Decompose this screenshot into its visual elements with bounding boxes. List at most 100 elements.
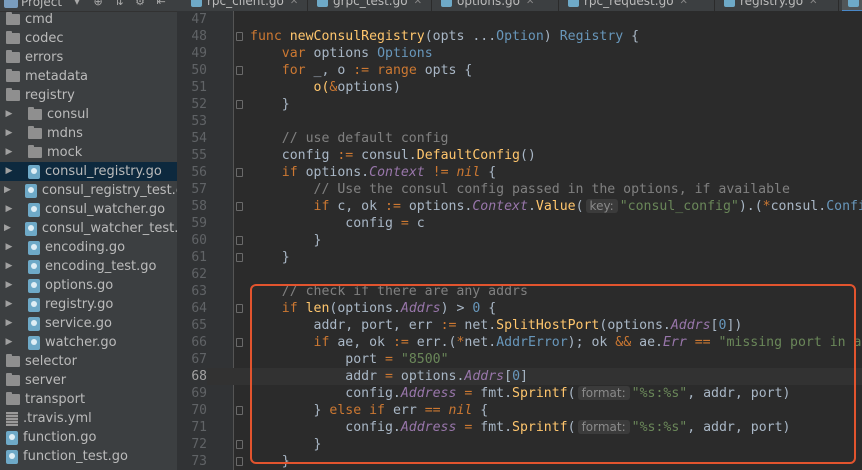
expand-arrow-icon[interactable]: ▶: [4, 200, 14, 219]
expand-arrow-icon[interactable]: ▶: [4, 276, 14, 295]
code-token: for: [281, 63, 314, 78]
fold-marker-icon[interactable]: [236, 236, 243, 245]
dropdown-icon[interactable]: ▾: [71, 0, 83, 8]
tree-item-function-test-go[interactable]: function_test.go: [0, 447, 177, 466]
expand-arrow-icon[interactable]: ▶: [4, 257, 14, 276]
code-line[interactable]: 61 }: [177, 249, 862, 266]
fold-marker-icon[interactable]: [236, 304, 243, 313]
code-editor[interactable]: 47 48 func newConsulRegistry(opts ...Optio…: [177, 11, 862, 470]
tree-item-consul-watcher-go[interactable]: ▶ consul_watcher.go: [0, 200, 177, 219]
tab-registry-go[interactable]: registry.go ✕: [718, 0, 817, 10]
fold-marker-icon[interactable]: [236, 457, 243, 466]
tree-item-encoding-go[interactable]: ▶ encoding.go: [0, 238, 177, 257]
expand-arrow-icon[interactable]: ▶: [4, 333, 14, 352]
tree-item-consul-watcher-test-go[interactable]: ▶ consul_watcher_test.go: [0, 219, 177, 238]
go-file-icon: [28, 335, 40, 350]
collapse-icon[interactable]: ⇅: [113, 0, 125, 8]
expand-arrow-icon[interactable]: ▶: [4, 181, 11, 200]
tree-item-options-go[interactable]: ▶ options.go: [0, 276, 177, 295]
tab-grpc-test-go[interactable]: grpc_test.go ✕: [311, 0, 422, 10]
tab-options-go[interactable]: options.go ✕: [435, 0, 534, 10]
tree-item-errors[interactable]: errors: [0, 48, 177, 67]
code-token: var: [281, 46, 314, 61]
fold-marker-icon[interactable]: [236, 66, 243, 75]
code-line[interactable]: 47: [177, 11, 862, 28]
tree-item-mock[interactable]: ▶ mock: [0, 143, 177, 162]
close-icon[interactable]: ✕: [680, 0, 688, 10]
tree-item-consul[interactable]: ▶ consul: [0, 105, 177, 124]
expand-arrow-icon[interactable]: ▶: [4, 162, 14, 181]
code-line[interactable]: 52 }: [177, 96, 862, 113]
code-token: nil: [448, 403, 473, 418]
fold-marker-icon[interactable]: [236, 32, 243, 41]
tab-rpc-client-go[interactable]: rpc_client.go ✕: [185, 0, 298, 10]
expand-arrow-icon[interactable]: ▶: [4, 295, 14, 314]
tree-item-selector[interactable]: selector: [0, 352, 177, 371]
code-line[interactable]: 67 port = "8500": [177, 351, 862, 368]
code-line[interactable]: 62: [177, 266, 862, 283]
fold-marker-icon[interactable]: [236, 100, 243, 109]
code-line[interactable]: 69 config.Address = fmt.Sprintf(format: "…: [177, 385, 862, 402]
expand-arrow-icon[interactable]: ▶: [4, 238, 14, 257]
tree-item-watcher-go[interactable]: ▶ watcher.go: [0, 333, 177, 352]
tree-item--travis-yml[interactable]: .travis.yml: [0, 409, 177, 428]
tree-item-registry-go[interactable]: ▶ registry.go: [0, 295, 177, 314]
tree-item-mdns[interactable]: ▶ mdns: [0, 124, 177, 143]
code-line[interactable]: 51 o(&options): [177, 79, 862, 96]
fold-marker-icon[interactable]: [236, 202, 243, 211]
close-icon[interactable]: ✕: [526, 0, 534, 10]
fold-marker-icon[interactable]: [236, 168, 243, 177]
code-line[interactable]: 58 if c, ok := options.Context.Value(key…: [177, 198, 862, 215]
tree-item-service-go[interactable]: ▶ service.go: [0, 314, 177, 333]
tree-item-registry[interactable]: registry: [0, 86, 177, 105]
code-token: =: [456, 386, 481, 401]
expand-arrow-icon[interactable]: ▶: [4, 124, 14, 143]
tree-item-server[interactable]: server: [0, 371, 177, 390]
code-line[interactable]: 49 var options Options: [177, 45, 862, 62]
code-line[interactable]: 72 }: [177, 436, 862, 453]
tree-item-function-go[interactable]: function.go: [0, 428, 177, 447]
fold-marker-icon[interactable]: [236, 338, 243, 347]
code-line[interactable]: 68 addr = options.Addrs[0]: [177, 368, 862, 385]
close-icon[interactable]: ✕: [414, 0, 422, 10]
hide-icon[interactable]: ⇤: [155, 0, 167, 8]
expand-arrow-icon[interactable]: ▶: [4, 219, 11, 238]
tree-item-codec[interactable]: codec: [0, 29, 177, 48]
code-line[interactable]: 56 if options.Context != nil {: [177, 164, 862, 181]
tree-item-encoding-test-go[interactable]: ▶ encoding_test.go: [0, 257, 177, 276]
tree-item-transport[interactable]: transport: [0, 390, 177, 409]
tree-item-cmd[interactable]: cmd: [0, 10, 177, 29]
expand-arrow-icon[interactable]: ▶: [4, 314, 14, 333]
fold-marker-icon[interactable]: [236, 406, 243, 415]
code-line[interactable]: 63 // check if there are any addrs: [177, 283, 862, 300]
code-line[interactable]: 55 config := consul.DefaultConfig(): [177, 147, 862, 164]
fold-marker-icon[interactable]: [236, 253, 243, 262]
close-icon[interactable]: ✕: [809, 0, 817, 10]
code-line[interactable]: 71 config.Address = fmt.Sprintf(format: "…: [177, 419, 862, 436]
code-line[interactable]: 73 }: [177, 453, 862, 470]
gear-icon[interactable]: ⚙: [134, 0, 146, 8]
tree-item-consul-registry-go[interactable]: ▶ consul_registry.go: [0, 162, 177, 181]
line-number: 70: [191, 403, 207, 418]
code-line[interactable]: 64 if len(options.Addrs) > 0 {: [177, 300, 862, 317]
code-line[interactable]: 53: [177, 113, 862, 130]
tree-item-consul-registry-test-go[interactable]: ▶ consul_registry_test.go: [0, 181, 177, 200]
fold-marker-icon[interactable]: [236, 440, 243, 449]
expand-arrow-icon[interactable]: ▶: [4, 105, 14, 124]
close-icon[interactable]: ✕: [290, 0, 298, 10]
tab-rpc-request-go[interactable]: rpc_request.go ✕: [562, 0, 688, 10]
line-number: 60: [191, 233, 207, 248]
code-line[interactable]: 48 func newConsulRegistry(opts ...Option)…: [177, 28, 862, 45]
sync-icon[interactable]: ⊕: [92, 0, 104, 8]
code-line[interactable]: 60 }: [177, 232, 862, 249]
code-line[interactable]: 50 for _, o := range opts {: [177, 62, 862, 79]
code-token: c: [416, 216, 425, 231]
code-line[interactable]: 66 if ae, ok := err.(*net.AddrError); ok…: [177, 334, 862, 351]
expand-arrow-icon[interactable]: ▶: [4, 143, 14, 162]
code-line[interactable]: 70 } else if err == nil {: [177, 402, 862, 419]
code-line[interactable]: 59 config = c: [177, 215, 862, 232]
code-line[interactable]: 57 // Use the consul config passed in th…: [177, 181, 862, 198]
code-line[interactable]: 65 addr, port, err := net.SplitHostPort(…: [177, 317, 862, 334]
code-line[interactable]: 54 // use default config: [177, 130, 862, 147]
tree-item-metadata[interactable]: metadata: [0, 67, 177, 86]
